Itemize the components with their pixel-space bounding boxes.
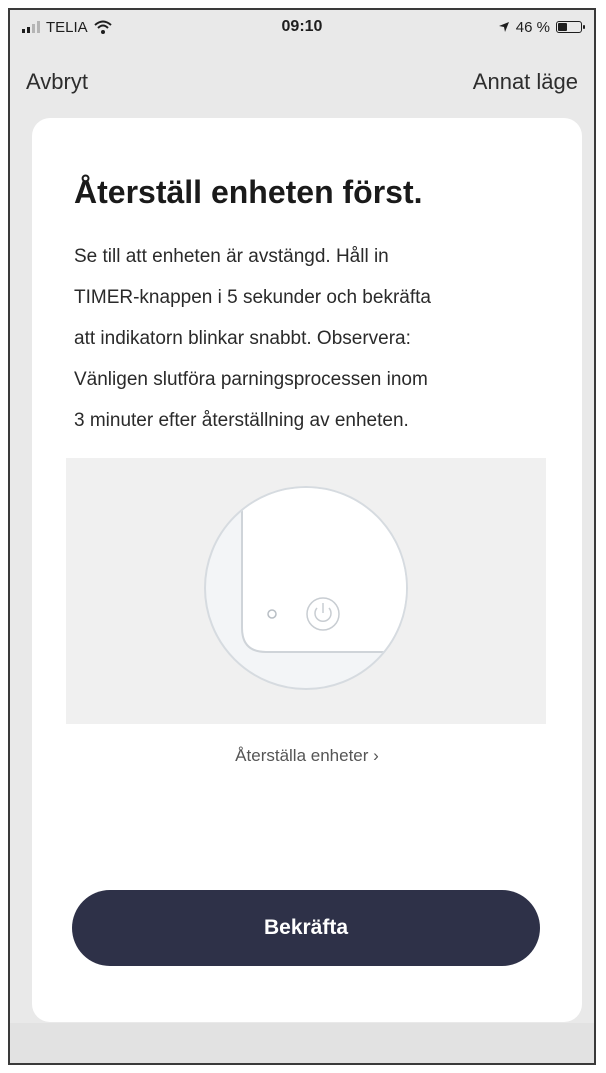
reset-instructions-card: Återställ enheten först. Se till att enh…: [32, 118, 582, 1022]
instruction-line: Vänligen slutföra parningsprocessen inom: [74, 369, 428, 390]
status-bar: TELIA 09:10 46 %: [10, 10, 594, 44]
battery-percent: 46 %: [515, 18, 550, 36]
device-illustration: [66, 458, 546, 724]
instruction-text: Se till att enheten är avstängd. Håll in…: [74, 236, 544, 441]
confirm-button[interactable]: Bekräfta: [72, 890, 540, 966]
status-left: TELIA: [22, 19, 192, 36]
reset-devices-link[interactable]: Återställa enheter ›: [32, 746, 582, 766]
wifi-icon: [94, 20, 112, 34]
cancel-button[interactable]: Avbryt: [26, 69, 88, 95]
status-right: 46 %: [412, 18, 585, 36]
location-arrow-icon: [498, 22, 509, 32]
instruction-line: att indikatorn blinkar snabbt. Observera…: [74, 328, 411, 349]
reset-devices-label: Återställa enheter: [235, 746, 369, 765]
status-time: 09:10: [281, 18, 323, 35]
carrier-label: TELIA: [46, 18, 88, 36]
device-illustration-graphic: [204, 486, 408, 690]
instruction-line: Se till att enheten är avstängd. Håll in: [74, 246, 389, 267]
bottom-bar: [10, 1023, 594, 1063]
other-mode-button[interactable]: Annat läge: [473, 69, 578, 95]
phone-screen: TELIA 09:10 46 % Avbryt Annat läge Åters…: [8, 8, 596, 1065]
nav-bar: Avbryt Annat läge: [10, 62, 594, 102]
chevron-right-icon: ›: [373, 746, 379, 765]
battery-icon: [555, 21, 585, 33]
battery-level-fill: [557, 23, 567, 31]
signal-bars-icon: [22, 21, 40, 33]
page-title: Återställ enheten först.: [74, 174, 423, 210]
instruction-line: TIMER-knappen i 5 sekunder och bekräfta: [74, 287, 431, 308]
instruction-line: 3 minuter efter återställning av enheten…: [74, 410, 409, 431]
